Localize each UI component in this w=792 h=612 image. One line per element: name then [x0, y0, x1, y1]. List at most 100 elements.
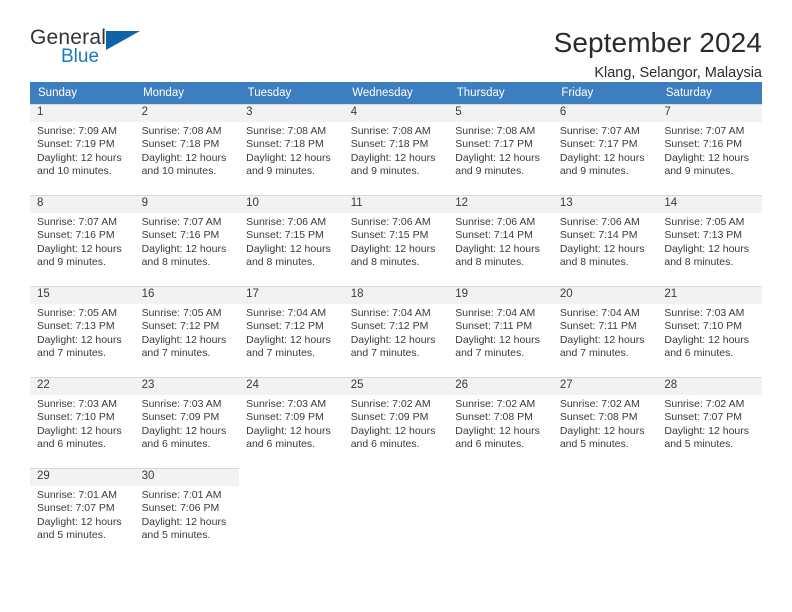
daylight-text-line1: Daylight: 12 hours: [455, 151, 540, 164]
calendar-cell[interactable]: 21 Sunrise: 7:03 AM Sunset: 7:10 PM Dayligh…: [657, 285, 762, 377]
daylight-text-line2: and 7 minutes.: [246, 347, 316, 360]
calendar-cell[interactable]: 16 Sunrise: 7:05 AM Sunset: 7:12 PM Dayligh…: [134, 285, 240, 377]
daylight-text-line2: and 9 minutes.: [559, 165, 629, 178]
brand-logo[interactable]: General Blue: [30, 26, 150, 74]
calendar-cell[interactable]: 3 Sunrise: 7:08 AM Sunset: 7:18 PM Daylight…: [239, 104, 344, 195]
sunset-text: Sunset: 7:14 PM: [455, 229, 533, 242]
day-number: 25: [343, 377, 449, 395]
calendar-cell[interactable]: 5 Sunrise: 7:08 AM Sunset: 7:17 PM Daylight…: [448, 104, 553, 195]
daylight-text-line1: Daylight: 12 hours: [37, 151, 122, 164]
sunset-text: Sunset: 7:11 PM: [559, 320, 637, 333]
sunrise-text: Sunrise: 7:06 AM: [246, 216, 327, 228]
calendar-cell[interactable]: 18 Sunrise: 7:04 AM Sunset: 7:12 PM Dayligh…: [343, 285, 449, 377]
sunrise-text: Sunrise: 7:08 AM: [350, 125, 431, 137]
calendar-cell[interactable]: 4 Sunrise: 7:08 AM Sunset: 7:18 PM Daylight…: [343, 104, 449, 195]
day-number: 7: [657, 104, 762, 122]
calendar-cell[interactable]: 14 Sunrise: 7:05 AM Sunset: 7:13 PM Dayligh…: [657, 194, 762, 286]
sunrise-text: Sunrise: 7:02 AM: [350, 398, 431, 410]
day-number: 21: [657, 286, 762, 304]
page-subtitle: Klang, Selangor, Malaysia: [594, 65, 762, 81]
day-details: Sunrise: 7:07 AM Sunset: 7:16 PM Daylight:…: [135, 213, 240, 270]
daylight-text-line2: and 6 minutes.: [455, 438, 525, 451]
calendar-cell[interactable]: 17 Sunrise: 7:04 AM Sunset: 7:12 PM Dayligh…: [239, 285, 344, 377]
day-number: 13: [552, 195, 658, 213]
calendar-cell[interactable]: 1 Sunrise: 7:09 AM Sunset: 7:19 PM Daylight…: [30, 104, 135, 195]
daylight-text-line2: and 8 minutes.: [350, 256, 420, 269]
sunrise-text: Sunrise: 7:04 AM: [559, 307, 640, 319]
sunset-text: Sunset: 7:12 PM: [141, 320, 220, 333]
daylight-text-line1: Daylight: 12 hours: [559, 333, 645, 346]
day-number: 11: [343, 195, 449, 213]
day-number: 19: [448, 286, 553, 304]
calendar-cell[interactable]: 10 Sunrise: 7:06 AM Sunset: 7:15 PM Dayligh…: [239, 194, 344, 286]
day-number: 3: [239, 104, 344, 122]
calendar-week-row: 22 Sunrise: 7:03 AM Sunset: 7:10 PM Dayligh…: [30, 376, 762, 468]
day-details: Sunrise: 7:05 AM Sunset: 7:13 PM Daylight:…: [657, 213, 762, 270]
sunset-text: Sunset: 7:15 PM: [350, 229, 429, 242]
calendar-cell[interactable]: 15 Sunrise: 7:05 AM Sunset: 7:13 PM Dayligh…: [30, 285, 135, 377]
daylight-text-line1: Daylight: 12 hours: [141, 424, 227, 437]
calendar-cell[interactable]: 22 Sunrise: 7:03 AM Sunset: 7:10 PM Dayligh…: [30, 376, 135, 468]
calendar-cell[interactable]: 6 Sunrise: 7:07 AM Sunset: 7:17 PM Daylight…: [552, 104, 658, 195]
sunset-text: Sunset: 7:14 PM: [559, 229, 638, 242]
day-details: Sunrise: 7:05 AM Sunset: 7:12 PM Daylight:…: [135, 304, 240, 361]
calendar-cell[interactable]: 8 Sunrise: 7:07 AM Sunset: 7:16 PM Daylight…: [30, 194, 135, 286]
day-number: 8: [30, 195, 135, 213]
sunset-text: Sunset: 7:18 PM: [350, 138, 429, 151]
calendar-cell[interactable]: 13 Sunrise: 7:06 AM Sunset: 7:14 PM Dayligh…: [552, 194, 658, 286]
calendar-cell[interactable]: 27 Sunrise: 7:02 AM Sunset: 7:08 PM Dayligh…: [552, 376, 658, 468]
calendar-cell[interactable]: 9 Sunrise: 7:07 AM Sunset: 7:16 PM Daylight…: [134, 194, 240, 286]
day-details: Sunrise: 7:08 AM Sunset: 7:18 PM Daylight:…: [135, 122, 240, 179]
calendar-cell[interactable]: 25 Sunrise: 7:02 AM Sunset: 7:09 PM Dayligh…: [343, 376, 449, 468]
calendar-cell[interactable]: 7 Sunrise: 7:07 AM Sunset: 7:16 PM Daylight…: [657, 104, 762, 195]
calendar-cell[interactable]: 2 Sunrise: 7:08 AM Sunset: 7:18 PM Daylight…: [134, 104, 240, 195]
sunset-text: Sunset: 7:10 PM: [37, 411, 115, 424]
sunset-text: Sunset: 7:08 PM: [455, 411, 533, 424]
calendar-cell[interactable]: 24 Sunrise: 7:03 AM Sunset: 7:09 PM Dayligh…: [239, 376, 344, 468]
day-number: 28: [657, 377, 762, 395]
sunrise-text: Sunrise: 7:03 AM: [664, 307, 745, 319]
daylight-text-line1: Daylight: 12 hours: [141, 333, 227, 346]
sunrise-text: Sunrise: 7:08 AM: [141, 125, 222, 137]
calendar-week-row: 1 Sunrise: 7:09 AM Sunset: 7:19 PM Daylight…: [30, 104, 762, 195]
daylight-text-line2: and 7 minutes.: [141, 347, 211, 360]
daylight-text-line1: Daylight: 12 hours: [141, 515, 227, 528]
calendar-cell[interactable]: 28 Sunrise: 7:02 AM Sunset: 7:07 PM Dayligh…: [657, 376, 762, 468]
calendar-cell[interactable]: 11 Sunrise: 7:06 AM Sunset: 7:15 PM Dayligh…: [343, 194, 449, 286]
sunrise-text: Sunrise: 7:07 AM: [37, 216, 117, 228]
sunrise-text: Sunrise: 7:06 AM: [350, 216, 431, 228]
calendar-cell[interactable]: 12 Sunrise: 7:06 AM Sunset: 7:14 PM Dayligh…: [448, 194, 553, 286]
day-details: Sunrise: 7:07 AM Sunset: 7:16 PM Daylight:…: [30, 213, 135, 270]
calendar-cell[interactable]: 30 Sunrise: 7:01 AM Sunset: 7:06 PM Dayligh…: [134, 467, 240, 559]
sunset-text: Sunset: 7:11 PM: [455, 320, 533, 333]
weekday-header-saturday: Saturday: [657, 82, 763, 104]
sunrise-text: Sunrise: 7:05 AM: [141, 307, 222, 319]
day-number: 27: [552, 377, 658, 395]
day-details: Sunrise: 7:03 AM Sunset: 7:10 PM Daylight:…: [657, 304, 762, 361]
daylight-text-line1: Daylight: 12 hours: [559, 151, 645, 164]
day-number: 14: [657, 195, 762, 213]
sunset-text: Sunset: 7:12 PM: [246, 320, 324, 333]
day-number: 24: [239, 377, 344, 395]
daylight-text-line2: and 8 minutes.: [664, 256, 734, 269]
day-number: 6: [552, 104, 658, 122]
sunset-text: Sunset: 7:16 PM: [664, 138, 743, 151]
day-details: Sunrise: 7:07 AM Sunset: 7:16 PM Daylight:…: [657, 122, 762, 179]
calendar-cell-empty: [657, 467, 762, 559]
sunrise-text: Sunrise: 7:09 AM: [37, 125, 117, 137]
page-title: September 2024: [553, 27, 762, 58]
calendar-cell[interactable]: 29 Sunrise: 7:01 AM Sunset: 7:07 PM Dayligh…: [30, 467, 135, 559]
page-header: General Blue September 2024 Klang, Selan…: [30, 0, 762, 81]
calendar-cell[interactable]: 19 Sunrise: 7:04 AM Sunset: 7:11 PM Dayligh…: [448, 285, 553, 377]
day-details: Sunrise: 7:06 AM Sunset: 7:14 PM Daylight:…: [448, 213, 553, 270]
daylight-text-line2: and 6 minutes.: [664, 347, 734, 360]
daylight-text-line2: and 9 minutes.: [246, 165, 316, 178]
calendar-cell[interactable]: 26 Sunrise: 7:02 AM Sunset: 7:08 PM Dayligh…: [448, 376, 553, 468]
sunset-text: Sunset: 7:09 PM: [350, 411, 429, 424]
daylight-text-line1: Daylight: 12 hours: [664, 242, 750, 255]
sunrise-text: Sunrise: 7:02 AM: [455, 398, 536, 410]
sunrise-text: Sunrise: 7:03 AM: [141, 398, 222, 410]
daylight-text-line1: Daylight: 12 hours: [664, 424, 750, 437]
calendar-cell[interactable]: 23 Sunrise: 7:03 AM Sunset: 7:09 PM Dayligh…: [134, 376, 240, 468]
calendar-cell[interactable]: 20 Sunrise: 7:04 AM Sunset: 7:11 PM Dayligh…: [552, 285, 658, 377]
